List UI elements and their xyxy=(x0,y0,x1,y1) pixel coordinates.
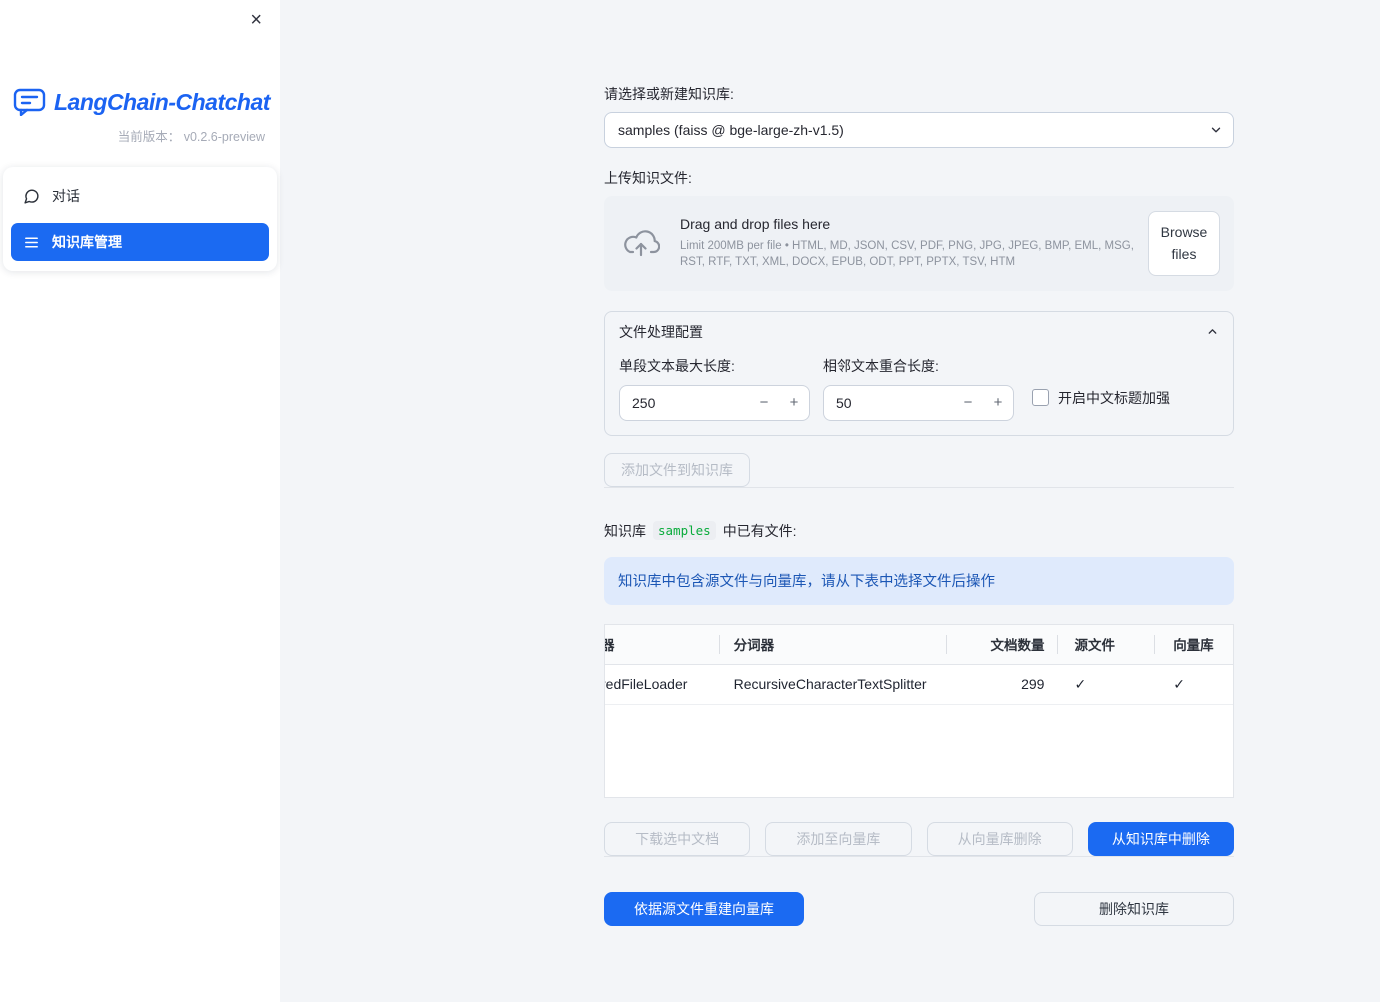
chevron-up-icon xyxy=(1206,325,1219,338)
app-root: × LangChain-Chatchat 当前版本： v0.2.6-previe… xyxy=(0,0,1380,1002)
zh-title-enhance-checkbox[interactable]: 开启中文标题加强 xyxy=(1032,388,1170,408)
kb-files-table[interactable]: 器 分词器 文档数量 源文件 向量库 redFileLoader Recursi… xyxy=(604,623,1234,798)
logo-chat-icon xyxy=(13,88,46,116)
max-length-input[interactable]: 250 − + xyxy=(619,384,810,421)
table-action-buttons: 下载选中文档 添加至向量库 从向量库删除 从知识库中删除 xyxy=(604,821,1234,856)
column-header-loader[interactable]: 器 xyxy=(605,625,720,664)
cell-doc-count: 299 xyxy=(1021,676,1045,693)
sidebar: × LangChain-Chatchat 当前版本： v0.2.6-previe… xyxy=(0,0,280,1002)
delete-from-kb-button[interactable]: 从知识库中删除 xyxy=(1087,821,1234,856)
info-banner-text: 知识库中包含源文件与向量库，请从下表中选择文件后操作 xyxy=(618,574,995,591)
checkbox-label: 开启中文标题加强 xyxy=(1058,389,1170,406)
max-length-value: 250 xyxy=(632,394,656,411)
sidebar-item-knowledge-base[interactable]: 知识库管理 xyxy=(11,223,269,261)
uploader-limits: Limit 200MB per file • HTML, MD, JSON, C… xyxy=(680,239,1134,269)
cell-loader: redFileLoader xyxy=(605,676,688,693)
plus-stepper[interactable]: + xyxy=(983,386,1013,420)
upload-label: 上传知识文件: xyxy=(604,170,692,186)
existing-files-suffix: 中已有文件: xyxy=(722,522,797,539)
cell-vector-check: ✓ xyxy=(1173,675,1185,692)
table-header-row: 器 分词器 文档数量 源文件 向量库 xyxy=(605,624,1233,665)
chevron-down-icon xyxy=(1209,123,1223,137)
sidebar-item-dialogue[interactable]: 对话 xyxy=(11,177,269,215)
checkbox-box[interactable] xyxy=(1032,389,1049,407)
kb-name-code: samples xyxy=(653,521,716,541)
overlap-value: 50 xyxy=(836,394,852,411)
download-selected-button[interactable]: 下载选中文档 xyxy=(604,821,751,856)
sidebar-item-label: 对话 xyxy=(52,188,80,204)
file-config-expander: 文件处理配置 单段文本最大长度: 250 − + 相邻文本重合长度: 50 − … xyxy=(604,310,1234,436)
table-row[interactable]: redFileLoader RecursiveCharacterTextSpli… xyxy=(605,665,1233,705)
kb-select-value: samples (faiss @ bge-large-zh-v1.5) xyxy=(618,122,844,138)
overlap-label: 相邻文本重合长度: xyxy=(823,357,939,374)
plus-stepper[interactable]: + xyxy=(779,386,809,420)
column-header-doc-count[interactable]: 文档数量 xyxy=(947,625,1059,664)
expander-header[interactable]: 文件处理配置 xyxy=(605,312,1233,346)
browse-files-button[interactable]: Browse files xyxy=(1148,211,1220,276)
max-length-field: 单段文本最大长度: 250 − + xyxy=(619,356,810,421)
add-files-to-kb-button[interactable]: 添加文件到知识库 xyxy=(604,452,750,487)
uploader-text: Drag and drop files here Limit 200MB per… xyxy=(664,216,1148,271)
kb-select-label: 请选择或新建知识库: xyxy=(604,86,734,102)
add-to-vectorstore-button[interactable]: 添加至向量库 xyxy=(765,821,912,856)
minus-stepper[interactable]: − xyxy=(953,386,983,420)
cell-splitter: RecursiveCharacterTextSplitter xyxy=(733,676,927,693)
content-column: 请选择或新建知识库: samples (faiss @ bge-large-zh… xyxy=(604,0,1234,926)
list-icon xyxy=(23,234,40,251)
expander-body: 单段文本最大长度: 250 − + 相邻文本重合长度: 50 − + 开启中文标… xyxy=(605,346,1233,435)
delete-from-vectorstore-button[interactable]: 从向量库删除 xyxy=(926,821,1073,856)
divider xyxy=(604,855,1234,857)
column-header-splitter[interactable]: 分词器 xyxy=(720,625,947,664)
overlap-field: 相邻文本重合长度: 50 − + xyxy=(823,356,1014,421)
uploader-title: Drag and drop files here xyxy=(680,215,831,232)
delete-kb-button[interactable]: 删除知识库 xyxy=(1034,891,1234,926)
sidebar-item-label: 知识库管理 xyxy=(52,234,122,250)
kb-select-dropdown[interactable]: samples (faiss @ bge-large-zh-v1.5) xyxy=(604,112,1234,148)
sidebar-close-icon[interactable]: × xyxy=(244,4,268,36)
file-uploader-dropzone[interactable]: Drag and drop files here Limit 200MB per… xyxy=(604,196,1234,291)
version-text: 当前版本： v0.2.6-preview xyxy=(117,130,265,144)
cell-source-check: ✓ xyxy=(1074,675,1087,692)
rebuild-vectorstore-button[interactable]: 依据源文件重建向量库 xyxy=(604,891,804,926)
existing-files-line: 知识库 samples 中已有文件: xyxy=(604,521,1234,541)
overlap-input[interactable]: 50 − + xyxy=(823,384,1014,421)
column-header-source[interactable]: 源文件 xyxy=(1058,625,1155,664)
column-header-vector[interactable]: 向量库 xyxy=(1155,625,1233,664)
cloud-upload-icon xyxy=(618,228,664,258)
bottom-buttons: 依据源文件重建向量库 删除知识库 xyxy=(604,891,1234,926)
divider xyxy=(604,486,1234,488)
sidebar-menu: 对话 知识库管理 xyxy=(3,167,277,271)
minus-stepper[interactable]: − xyxy=(749,386,779,420)
expander-title: 文件处理配置 xyxy=(619,323,703,340)
logo-text: LangChain-Chatchat xyxy=(54,88,270,115)
chat-bubble-icon xyxy=(23,188,40,205)
info-banner: 知识库中包含源文件与向量库，请从下表中选择文件后操作 xyxy=(604,556,1234,605)
main-area: 请选择或新建知识库: samples (faiss @ bge-large-zh… xyxy=(280,0,1380,1002)
app-logo: LangChain-Chatchat xyxy=(0,0,280,116)
max-length-label: 单段文本最大长度: xyxy=(619,357,735,374)
existing-files-prefix: 知识库 xyxy=(604,522,646,539)
